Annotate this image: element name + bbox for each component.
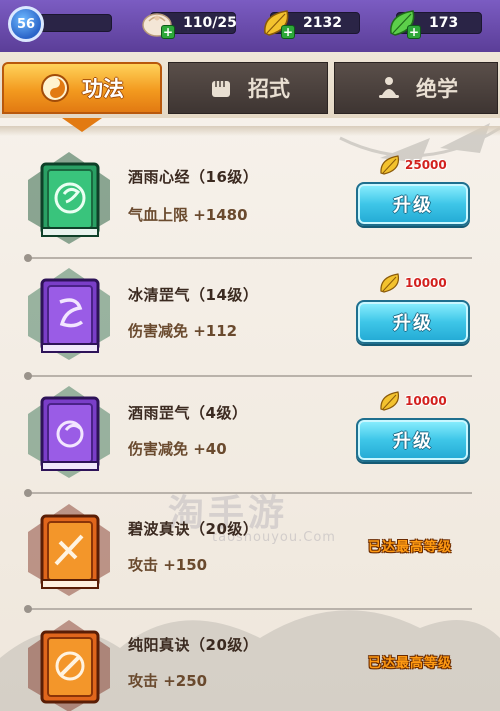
green-skill-book-icon xyxy=(28,152,110,244)
jade-leaf-counter[interactable]: + 173 xyxy=(390,10,482,39)
tab-gongfa[interactable]: 功法 xyxy=(2,62,162,114)
max-level-status: 已达最高等级 xyxy=(368,656,453,671)
add-jade-icon[interactable]: + xyxy=(407,25,421,39)
tab-zhaoshi-label: 招式 xyxy=(248,77,290,101)
row-divider xyxy=(24,605,472,613)
skill-name: 酒雨心经（16级） xyxy=(128,168,259,186)
player-level-badge[interactable]: 56 xyxy=(8,6,44,42)
skill-effect: 气血上限 +1480 xyxy=(128,206,248,224)
skill-name: 碧波真诀（20级） xyxy=(128,520,259,538)
skill-name: 纯阳真诀（20级） xyxy=(128,636,259,654)
skill-effect: 攻击 +150 xyxy=(128,556,208,574)
active-tab-pointer xyxy=(62,118,102,132)
tab-juexue-label: 绝学 xyxy=(416,77,458,101)
jade-leaf-value: 173 xyxy=(429,15,459,31)
cost-amount: 10000 xyxy=(405,394,447,408)
meditation-icon xyxy=(379,77,399,98)
stamina-counter[interactable]: + 110/25 xyxy=(142,12,237,39)
upgrade-cost: 25000 xyxy=(378,154,447,176)
skill-row: 碧波真诀（20级） 攻击 +150 已达最高等级 xyxy=(0,494,500,611)
upgrade-button[interactable]: 升级 xyxy=(356,182,470,226)
skill-name: 酒雨罡气（4级） xyxy=(128,404,248,422)
skill-row: 酒雨心经（16级） 气血上限 +1480 25000 升级 xyxy=(0,140,500,257)
fist-icon xyxy=(212,81,230,97)
category-tabs: 功法 招式 绝学 xyxy=(0,52,500,118)
skill-row: 纯阳真诀（20级） 攻击 +250 已达最高等级 xyxy=(0,612,500,711)
resource-bar: 56 + 110/25 + 2132 + 173 xyxy=(0,0,500,52)
gold-leaf-icon xyxy=(380,273,400,293)
upgrade-cost: 10000 xyxy=(378,272,447,294)
add-stamina-icon[interactable]: + xyxy=(161,25,175,39)
skill-row: 冰清罡气（14级） 伤害减免 +112 10000 升级 xyxy=(0,258,500,375)
skill-effect: 伤害减免 +112 xyxy=(128,322,238,340)
gold-leaf-icon xyxy=(380,155,400,175)
xp-bar xyxy=(36,14,112,32)
tab-juexue[interactable]: 绝学 xyxy=(334,62,498,114)
gold-leaf-counter[interactable]: + 2132 xyxy=(264,10,360,39)
purple-skill-book-icon xyxy=(28,268,110,360)
skill-name: 冰清罡气（14级） xyxy=(128,286,259,304)
upgrade-cost: 10000 xyxy=(378,390,447,412)
skill-effect: 伤害减免 +40 xyxy=(128,440,227,458)
tab-zhaoshi[interactable]: 招式 xyxy=(168,62,328,114)
orange-skill-book-icon xyxy=(28,620,110,711)
game-screen: 56 + 110/25 + 2132 + 173 功法 招式 绝学 淘手游 ta… xyxy=(0,0,500,711)
skill-effect: 攻击 +250 xyxy=(128,672,208,690)
orange-skill-book-icon xyxy=(28,504,110,596)
add-gold-icon[interactable]: + xyxy=(281,25,295,39)
tab-gongfa-label: 功法 xyxy=(82,77,124,101)
skill-row: 酒雨罡气（4级） 伤害减免 +40 10000 升级 xyxy=(0,376,500,493)
stamina-value: 110/25 xyxy=(183,15,237,31)
player-level: 56 xyxy=(16,16,36,32)
upgrade-button[interactable]: 升级 xyxy=(356,418,470,462)
cost-amount: 25000 xyxy=(405,158,447,172)
upgrade-button[interactable]: 升级 xyxy=(356,300,470,344)
gold-leaf-value: 2132 xyxy=(303,15,342,31)
cost-amount: 10000 xyxy=(405,276,447,290)
gold-leaf-icon xyxy=(380,391,400,411)
swirl-icon xyxy=(41,74,69,102)
max-level-status: 已达最高等级 xyxy=(368,540,453,555)
purple-skill-book-icon xyxy=(28,386,110,478)
